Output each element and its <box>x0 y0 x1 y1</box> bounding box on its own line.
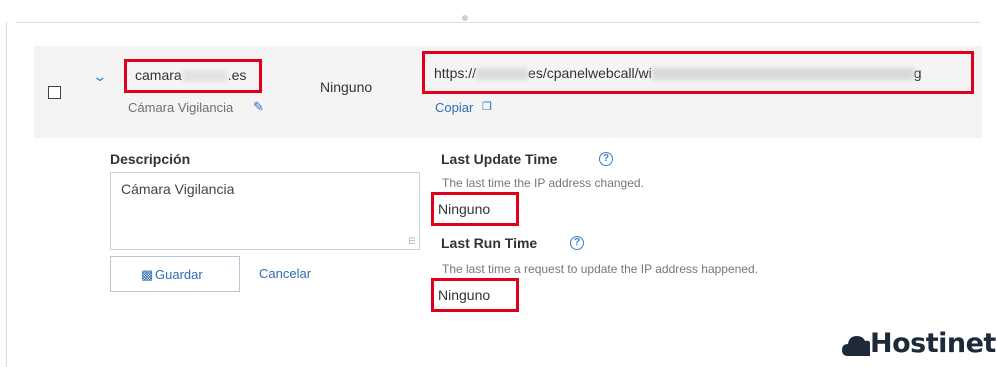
url-middle: es/cpanelwebcall/wi <box>528 65 652 81</box>
top-divider <box>16 22 980 23</box>
description-value: Cámara Vigilancia <box>121 181 235 197</box>
domain-highlight: camara .es <box>124 59 262 93</box>
domain-suffix: .es <box>227 67 247 83</box>
last-update-hint: The last time the IP address changed. <box>442 176 644 190</box>
last-run-heading: Last Run Time <box>441 235 538 251</box>
last-update-heading: Last Update Time <box>441 151 558 167</box>
cancel-link[interactable]: Cancelar <box>259 266 311 281</box>
copy-link[interactable]: Copiar <box>435 100 473 115</box>
webcall-url: https:// es/cpanelwebcall/wi g <box>434 65 922 81</box>
redacted-block <box>651 68 914 81</box>
url-highlight: https:// es/cpanelwebcall/wi g <box>422 51 974 94</box>
row-select-checkbox[interactable] <box>48 86 61 99</box>
scroll-indicator-dot <box>462 15 468 21</box>
save-label: Guardar <box>155 267 203 282</box>
description-heading: Descripción <box>110 151 191 167</box>
hostinet-logo: Hostinet <box>842 322 996 360</box>
domain-name: camara .es <box>135 67 246 83</box>
last-run-hint: The last time a request to update the IP… <box>442 262 758 276</box>
logo-text: Hostinet <box>870 328 996 359</box>
copy-icon[interactable]: ❐ <box>482 100 492 113</box>
redacted-block <box>182 70 227 83</box>
edit-panel: Descripción Cámara Vigilancia ⋿ ▩ Guarda… <box>34 138 982 322</box>
url-end: g <box>913 65 922 81</box>
last-run-highlight: Ninguno <box>431 278 519 312</box>
url-start: https:// <box>434 65 477 81</box>
save-button[interactable]: ▩ Guardar <box>110 256 240 292</box>
pencil-icon[interactable]: ✎ <box>253 99 264 115</box>
row-description: Cámara Vigilancia <box>128 100 234 115</box>
last-update-value: Ninguno <box>438 201 491 217</box>
redacted-block <box>476 68 529 81</box>
chevron-down-icon[interactable]: ⌄ <box>92 68 107 85</box>
left-border <box>6 22 7 367</box>
last-run-value: Ninguno <box>438 287 491 303</box>
resize-grip-icon[interactable]: ⋿ <box>408 236 416 247</box>
description-textarea[interactable]: Cámara Vigilancia ⋿ <box>110 172 420 250</box>
floppy-disk-icon: ▩ <box>141 267 154 282</box>
last-update-highlight: Ninguno <box>431 192 519 226</box>
row-status: Ninguno <box>320 79 373 95</box>
help-icon[interactable]: ? <box>599 152 613 166</box>
domain-prefix: camara <box>135 67 182 83</box>
ddns-entry-row: ⌄ camara .es Cámara Vigilancia ✎ Ninguno … <box>34 46 982 138</box>
help-icon[interactable]: ? <box>570 236 584 250</box>
